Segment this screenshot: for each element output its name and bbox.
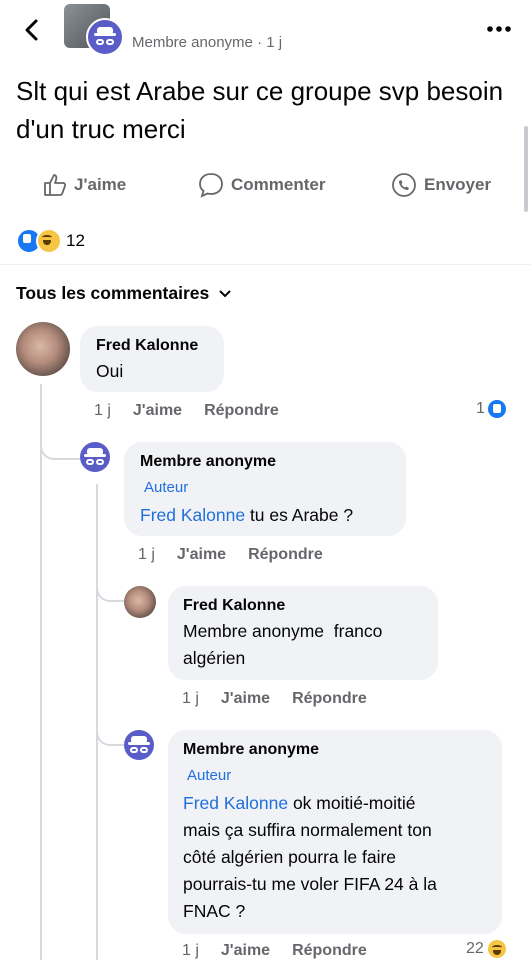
poster-avatar[interactable] (86, 18, 124, 56)
comment-action[interactable]: Commenter (197, 170, 325, 200)
thread-elbow-1 (40, 384, 80, 460)
comment-time: 1 j (182, 690, 199, 707)
commenter-name[interactable]: Membre anonyme (140, 453, 276, 471)
more-dots-icon (487, 26, 511, 32)
thread-elbow-3 (96, 690, 124, 746)
comment-time: 1 j (94, 402, 111, 419)
comment-like-button[interactable]: J'aime (177, 546, 226, 563)
more-options-button[interactable] (486, 22, 512, 34)
commenter-name[interactable]: Fred Kalonne (96, 337, 198, 355)
comment-text-line: Membre anonyme franco (183, 621, 383, 641)
comment-reply-button[interactable]: Répondre (248, 546, 323, 563)
divider (0, 264, 531, 265)
like-action[interactable]: J'aime (42, 170, 126, 200)
post-text: Slt qui est Arabe sur ce groupe svp beso… (16, 76, 504, 144)
post-time: · 1 j (257, 34, 283, 51)
chevron-down-icon (219, 290, 231, 298)
comment-meta: 1 j J'aime Répondre (138, 546, 345, 564)
comment-reply-button[interactable]: Répondre (204, 402, 279, 419)
comment-time: 1 j (182, 942, 199, 959)
comment-bubble: Fred Kalonne Membre anonyme franco algér… (168, 586, 438, 680)
comment-text-line: algérien (183, 648, 246, 668)
comment-like-button[interactable]: J'aime (221, 942, 270, 959)
comment-label: Commenter (231, 175, 326, 194)
comment-reactions[interactable]: 22 (466, 940, 506, 958)
chevron-left-icon (25, 19, 38, 41)
comment-reactions[interactable]: 1 (476, 400, 506, 418)
comment-reactions-count: 22 (466, 940, 484, 957)
thread-elbow-2 (96, 564, 124, 602)
scrollbar[interactable] (524, 126, 528, 212)
comment-meta: 1 j J'aime Répondre (94, 402, 301, 420)
commenter-avatar[interactable] (16, 322, 70, 376)
reactions-count: 12 (66, 231, 85, 250)
comment-text-line: FNAC ? (183, 901, 246, 921)
commenter-avatar[interactable] (124, 730, 154, 760)
comment-text-line: côté algérien pourra le faire (183, 847, 397, 867)
commenter-name[interactable]: Membre anonyme (183, 741, 319, 759)
comment-reactions-count: 1 (476, 400, 485, 417)
speech-bubble-icon (199, 173, 223, 198)
comment-text: Oui (96, 361, 124, 381)
comment-bubble: Fred Kalonne Oui (80, 326, 224, 392)
comment-text: Fred Kalonne tu es Arabe ? (140, 505, 354, 525)
comment-reply-button[interactable]: Répondre (292, 942, 367, 959)
comment-meta: 1 j J'aime Répondre (182, 942, 389, 960)
comments-filter[interactable]: Tous les commentaires (16, 280, 233, 306)
comment-like-button[interactable]: J'aime (133, 402, 182, 419)
comment-text-line: Fred Kalonne ok moitié-moitié (183, 793, 416, 813)
send-label: Envoyer (424, 175, 492, 194)
author-badge: Auteur (144, 479, 189, 496)
comment-reply-button[interactable]: Répondre (292, 690, 367, 707)
comment-meta: 1 j J'aime Répondre (182, 690, 389, 708)
poster-name[interactable]: Membre anonyme (132, 34, 253, 51)
commenter-name[interactable]: Fred Kalonne (183, 597, 285, 615)
like-label: J'aime (74, 175, 127, 194)
mention-link[interactable]: Fred Kalonne (140, 505, 245, 525)
commenter-avatar[interactable] (124, 586, 156, 618)
comment-text-line: pourrais-tu me voler FIFA 24 à la (183, 874, 437, 894)
send-action[interactable]: Envoyer (390, 170, 491, 200)
like-reaction-icon (487, 400, 506, 418)
comment-text-line: mais ça suffira normalement ton (183, 820, 432, 840)
back-button[interactable] (22, 16, 42, 44)
comment-bubble: Membre anonyme Auteur Fred Kalonne ok mo… (168, 730, 502, 934)
mention-link[interactable]: Fred Kalonne (183, 793, 288, 813)
thumbs-up-icon (44, 174, 67, 196)
comments-filter-label: Tous les commentaires (16, 282, 210, 303)
thread-line-main (40, 384, 42, 960)
haha-reaction-icon (487, 940, 506, 958)
comment-bubble: Membre anonyme Auteur Fred Kalonne tu es… (124, 442, 406, 536)
reactions-summary[interactable]: 12 (16, 228, 85, 254)
comment-time: 1 j (138, 546, 155, 563)
commenter-avatar[interactable] (80, 442, 110, 472)
post-header-meta: Membre anonyme · 1 j (132, 34, 282, 51)
whatsapp-icon (392, 173, 416, 197)
comment-like-button[interactable]: J'aime (221, 690, 270, 707)
haha-reaction-icon (36, 228, 62, 254)
author-badge: Auteur (187, 767, 232, 784)
